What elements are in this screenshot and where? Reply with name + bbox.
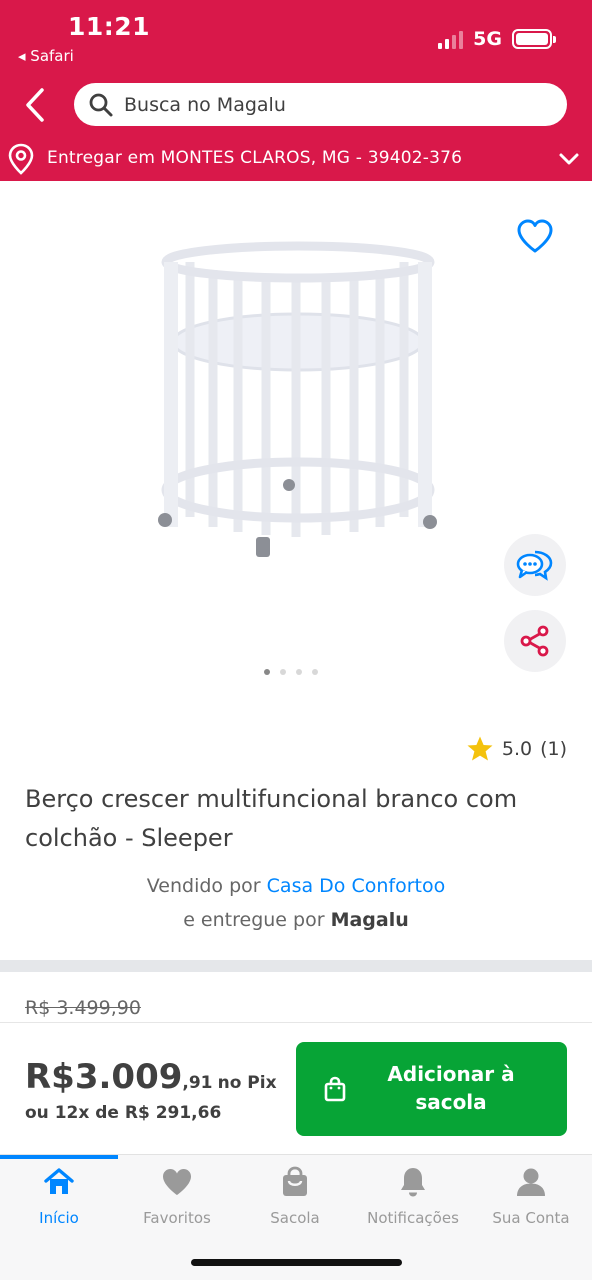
delivery-location-bar[interactable]: Entregar em MONTES CLAROS, MG - 39402-37… <box>0 138 592 181</box>
share-button[interactable] <box>504 610 566 672</box>
price-suffix: no Pix <box>217 1073 277 1093</box>
share-icon <box>520 625 549 657</box>
bag-icon <box>283 1166 307 1196</box>
delivered-by-line: e entregue por Magalu <box>0 909 592 931</box>
tab-label: Sua Conta <box>492 1209 570 1227</box>
gallery-dot[interactable] <box>264 669 270 675</box>
add-to-bag-button[interactable]: Adicionar à sacola <box>296 1042 567 1136</box>
bell-icon <box>401 1168 425 1197</box>
old-price: R$ 3.499,90 <box>25 997 141 1019</box>
pix-price: R$3.009,91 no Pix <box>25 1057 277 1097</box>
star-icon <box>467 736 493 761</box>
installments-text: ou 12x de R$ 291,66 <box>25 1103 222 1123</box>
chat-button[interactable] <box>504 534 566 596</box>
seller-line: Vendido por Casa Do Confortoo <box>0 875 592 897</box>
heart-icon <box>163 1169 191 1195</box>
status-time: 11:21 <box>68 12 151 41</box>
tab-sua-conta[interactable]: Sua Conta <box>472 1165 590 1235</box>
chevron-down-icon[interactable] <box>558 150 580 168</box>
sold-by-label: Vendido por <box>146 875 261 897</box>
tab-favoritos[interactable]: Favoritos <box>118 1165 236 1235</box>
delivered-by-name: Magalu <box>330 909 409 931</box>
add-to-bag-label: Adicionar à sacola <box>387 1062 515 1114</box>
price-cents: ,91 <box>182 1073 213 1093</box>
location-pin-icon <box>8 143 34 175</box>
product-rating[interactable]: 5.0 (1) <box>466 735 567 763</box>
rating-count: (1) <box>540 738 567 760</box>
home-indicator[interactable] <box>191 1259 402 1266</box>
gallery-dot[interactable] <box>280 669 286 675</box>
battery-icon <box>512 29 556 49</box>
search-input[interactable] <box>124 93 544 116</box>
app-header: 11:21 ◂ Safari 5G Entregar em MONTES CLA… <box>0 0 592 181</box>
gallery-dot[interactable] <box>296 669 302 675</box>
tab-notificacoes[interactable]: Notificações <box>354 1165 472 1235</box>
tab-label: Notificações <box>367 1209 459 1227</box>
rating-value: 5.0 <box>501 738 533 760</box>
product-image-crib[interactable] <box>148 232 448 567</box>
home-icon <box>44 1168 74 1194</box>
search-bar[interactable] <box>74 83 567 126</box>
back-arrow-icon[interactable] <box>20 86 50 124</box>
gallery-pagination <box>264 669 318 675</box>
signal-icon <box>438 29 464 49</box>
active-tab-indicator <box>0 1155 118 1159</box>
delivered-by-label: e entregue por <box>183 909 325 931</box>
tab-label: Favoritos <box>143 1209 211 1227</box>
tab-inicio[interactable]: Início <box>0 1165 118 1235</box>
shopping-bag-icon <box>324 1076 346 1102</box>
buy-bar: R$3.009,91 no Pix ou 12x de R$ 291,66 Ad… <box>0 1022 592 1154</box>
section-divider <box>0 960 592 972</box>
tab-label: Início <box>39 1209 79 1227</box>
tab-sacola[interactable]: Sacola <box>236 1165 354 1235</box>
user-icon <box>517 1168 545 1196</box>
product-title: Berço crescer multifuncional branco com … <box>25 785 518 852</box>
favorite-heart-icon[interactable] <box>515 217 555 255</box>
price-integer: R$3.009 <box>25 1057 183 1097</box>
seller-link[interactable]: Casa Do Confortoo <box>267 875 446 897</box>
search-icon <box>89 93 113 116</box>
chat-bubbles-icon <box>516 550 553 581</box>
gallery-dot[interactable] <box>312 669 318 675</box>
network-type: 5G <box>473 28 502 50</box>
tab-label: Sacola <box>270 1209 320 1227</box>
back-to-safari-link[interactable]: ◂ Safari <box>18 47 74 65</box>
delivery-address: Entregar em MONTES CLAROS, MG - 39402-37… <box>47 148 463 168</box>
status-indicators: 5G <box>438 28 556 50</box>
